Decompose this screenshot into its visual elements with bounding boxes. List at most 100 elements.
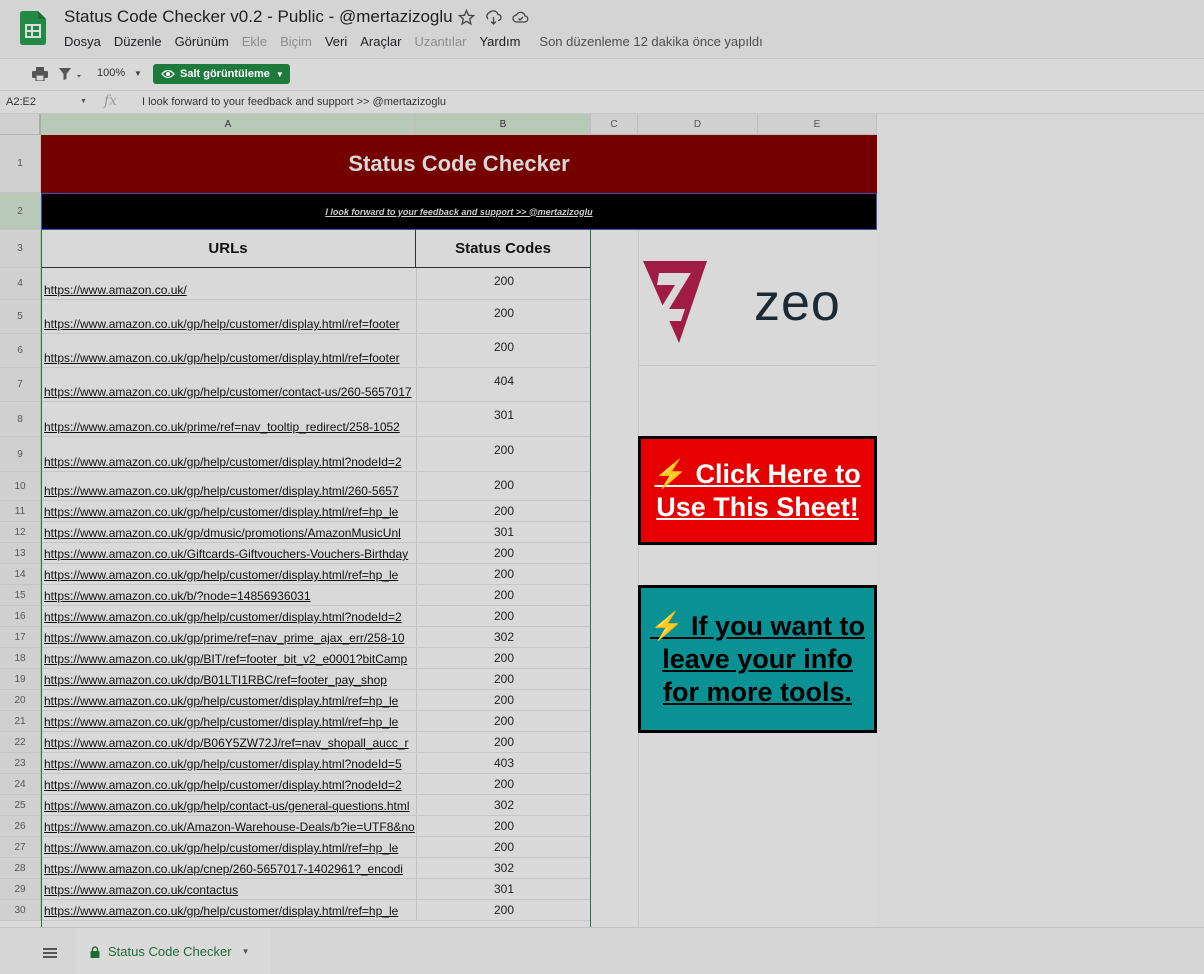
sheet-grid[interactable]: Status Code Checker I look forward to yo… — [41, 135, 877, 927]
url-link[interactable]: https://www.amazon.co.uk/ap/cnep/260-565… — [44, 862, 416, 876]
url-link[interactable]: https://www.amazon.co.uk/dp/B06Y5ZW72J/r… — [44, 736, 416, 750]
row-header[interactable]: 12 — [0, 522, 41, 543]
url-link[interactable]: https://www.amazon.co.uk/dp/B01LTI1RBC/r… — [44, 673, 416, 687]
status-code-cell[interactable]: 200 — [416, 501, 591, 521]
sheets-logo-icon[interactable] — [20, 11, 46, 45]
url-link[interactable]: https://www.amazon.co.uk/gp/help/custome… — [44, 351, 416, 365]
formula-input[interactable]: I look forward to your feedback and supp… — [142, 96, 446, 108]
row-header[interactable]: 29 — [0, 879, 41, 900]
view-only-button[interactable]: Salt görüntüleme ▼ — [153, 64, 290, 84]
status-code-cell[interactable]: 200 — [416, 648, 591, 668]
url-link[interactable]: https://www.amazon.co.uk/gp/dmusic/promo… — [44, 526, 416, 540]
url-link[interactable]: https://www.amazon.co.uk/b/?node=1485693… — [44, 589, 416, 603]
use-sheet-button[interactable]: ⚡ Click Here to Use This Sheet! — [638, 436, 877, 545]
status-code-cell[interactable]: 200 — [416, 690, 591, 710]
row-header[interactable]: 10 — [0, 472, 41, 501]
chevron-down-icon[interactable]: ▼ — [80, 98, 87, 105]
menu-item-veri[interactable]: Veri — [325, 34, 347, 49]
feedback-link[interactable]: I look forward to your feedback and supp… — [41, 193, 877, 230]
last-edit-status[interactable]: Son düzenleme 12 dakika önce yapıldı — [539, 34, 762, 49]
url-link[interactable]: https://www.amazon.co.uk/gp/help/custome… — [44, 757, 416, 771]
row-header[interactable]: 16 — [0, 606, 41, 627]
all-sheets-menu-icon[interactable] — [43, 948, 57, 958]
status-code-cell[interactable]: 200 — [416, 472, 591, 500]
select-all-corner[interactable] — [0, 114, 41, 135]
row-header[interactable]: 7 — [0, 368, 41, 402]
url-link[interactable]: https://www.amazon.co.uk/Amazon-Warehous… — [44, 820, 416, 834]
menu-item-uzantılar[interactable]: Uzantılar — [414, 34, 466, 49]
urls-header[interactable]: URLs — [41, 230, 416, 268]
url-link[interactable]: https://www.amazon.co.uk/gp/help/custome… — [44, 694, 416, 708]
row-header[interactable]: 5 — [0, 300, 41, 334]
row-header[interactable]: 6 — [0, 334, 41, 368]
status-code-cell[interactable]: 302 — [416, 858, 591, 878]
status-code-cell[interactable]: 200 — [416, 300, 591, 333]
status-code-cell[interactable]: 200 — [416, 334, 591, 367]
status-code-cell[interactable]: 404 — [416, 368, 591, 401]
row-header[interactable]: 9 — [0, 437, 41, 472]
row-header[interactable]: 28 — [0, 858, 41, 879]
column-header-b[interactable]: B — [416, 114, 591, 135]
status-codes-header[interactable]: Status Codes — [416, 230, 591, 268]
status-code-cell[interactable]: 200 — [416, 606, 591, 626]
menu-item-düzenle[interactable]: Düzenle — [114, 34, 162, 49]
row-header[interactable]: 19 — [0, 669, 41, 690]
status-code-cell[interactable]: 200 — [416, 543, 591, 563]
row-header[interactable]: 8 — [0, 402, 41, 437]
row-header[interactable]: 15 — [0, 585, 41, 606]
url-link[interactable]: https://www.amazon.co.uk/gp/help/contact… — [44, 799, 416, 813]
menu-item-ekle[interactable]: Ekle — [242, 34, 267, 49]
row-header[interactable]: 20 — [0, 690, 41, 711]
row-header[interactable]: 25 — [0, 795, 41, 816]
url-link[interactable]: https://www.amazon.co.uk/gp/help/custome… — [44, 455, 416, 469]
row-header[interactable]: 18 — [0, 648, 41, 669]
url-link[interactable]: https://www.amazon.co.uk/gp/help/custome… — [44, 841, 416, 855]
row-header[interactable]: 27 — [0, 837, 41, 858]
status-code-cell[interactable]: 200 — [416, 437, 591, 471]
row-header[interactable]: 23 — [0, 753, 41, 774]
row-header[interactable]: 30 — [0, 900, 41, 921]
url-link[interactable]: https://www.amazon.co.uk/gp/help/custome… — [44, 715, 416, 729]
leave-info-button[interactable]: ⚡ If you want to leave your info for mor… — [638, 585, 877, 733]
move-folder-icon[interactable] — [485, 9, 502, 26]
url-link[interactable]: https://www.amazon.co.uk/Giftcards-Giftv… — [44, 547, 416, 561]
status-code-cell[interactable]: 200 — [416, 900, 591, 920]
url-link[interactable]: https://www.amazon.co.uk/gp/help/custome… — [44, 484, 416, 498]
status-code-cell[interactable]: 301 — [416, 522, 591, 542]
row-header[interactable]: 13 — [0, 543, 41, 564]
status-code-cell[interactable]: 200 — [416, 564, 591, 584]
zoom-select[interactable]: 100% — [97, 67, 125, 79]
star-icon[interactable] — [457, 8, 476, 26]
status-code-cell[interactable]: 200 — [416, 669, 591, 689]
row-header[interactable]: 4 — [0, 268, 41, 300]
print-icon[interactable] — [32, 67, 48, 81]
menu-item-yardım[interactable]: Yardım — [479, 34, 520, 49]
column-header-e[interactable]: E — [758, 114, 877, 135]
document-title[interactable]: Status Code Checker v0.2 - Public - @mer… — [64, 7, 453, 27]
url-link[interactable]: https://www.amazon.co.uk/gp/help/custome… — [44, 778, 416, 792]
sheet-tab-status-code-checker[interactable]: Status Code Checker ▼ — [77, 928, 271, 974]
url-link[interactable]: https://www.amazon.co.uk/gp/help/custome… — [44, 317, 416, 331]
row-header[interactable]: 2 — [0, 193, 41, 230]
status-code-cell[interactable]: 200 — [416, 711, 591, 731]
row-header[interactable]: 21 — [0, 711, 41, 732]
status-code-cell[interactable]: 200 — [416, 585, 591, 605]
sheet-banner-title[interactable]: Status Code Checker — [41, 135, 877, 193]
column-header-c[interactable]: C — [591, 114, 638, 135]
column-header-d[interactable]: D — [638, 114, 758, 135]
chevron-down-icon[interactable]: ▼ — [134, 69, 142, 78]
cloud-saved-icon[interactable] — [512, 9, 529, 26]
status-code-cell[interactable]: 301 — [416, 402, 591, 436]
menu-item-görünüm[interactable]: Görünüm — [175, 34, 229, 49]
status-code-cell[interactable]: 200 — [416, 837, 591, 857]
row-header[interactable]: 1 — [0, 135, 41, 193]
menu-item-araçlar[interactable]: Araçlar — [360, 34, 401, 49]
url-link[interactable]: https://www.amazon.co.uk/gp/prime/ref=na… — [44, 631, 416, 645]
url-link[interactable]: https://www.amazon.co.uk/ — [44, 283, 416, 297]
status-code-cell[interactable]: 302 — [416, 795, 591, 815]
status-code-cell[interactable]: 403 — [416, 753, 591, 773]
row-header[interactable]: 11 — [0, 501, 41, 522]
status-code-cell[interactable]: 200 — [416, 732, 591, 752]
menu-item-dosya[interactable]: Dosya — [64, 34, 101, 49]
row-header[interactable]: 3 — [0, 230, 41, 268]
